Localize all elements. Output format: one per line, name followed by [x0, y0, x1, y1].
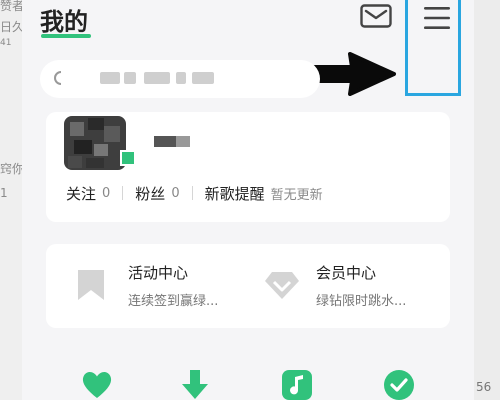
redacted-text	[144, 72, 170, 84]
background-app-left: 赞者 日久 41 窍你 1	[0, 0, 22, 400]
search-icon	[54, 71, 62, 85]
heart-icon[interactable]	[80, 368, 114, 400]
diamond-icon	[265, 272, 299, 299]
divider	[191, 186, 193, 200]
divider	[122, 186, 124, 200]
search-input[interactable]	[40, 60, 320, 98]
vip-center-subtitle: 绿钻限时跳水...	[316, 294, 407, 309]
redacted-text	[176, 72, 186, 84]
profile-stats: 关注 0 粉丝 0 新歌提醒 暂无更新	[66, 182, 323, 204]
shortcut-icons	[22, 360, 474, 400]
highlight-box	[405, 0, 461, 96]
activity-center-title: 活动中心	[128, 264, 189, 282]
user-profile-card: 关注 0 粉丝 0 新歌提醒 暂无更新	[46, 112, 450, 222]
music-note-icon[interactable]	[280, 368, 314, 400]
redacted-text	[124, 72, 136, 84]
followers-label[interactable]: 粉丝	[135, 183, 165, 204]
background-text: 41	[0, 38, 12, 48]
title-underline	[41, 34, 91, 38]
my-page-panel: 我的 关注 0 粉丝 0 新歌提醒 暂无更新 活动中心 连续签到赢绿... 会员…	[22, 0, 474, 400]
avatar[interactable]	[64, 116, 126, 170]
mail-icon[interactable]	[360, 4, 392, 28]
followers-count[interactable]: 0	[171, 186, 179, 201]
background-text: 日久	[0, 20, 22, 34]
activity-center-subtitle: 连续签到赢绿...	[128, 294, 219, 309]
background-text: 1	[0, 186, 8, 200]
new-song-alert-status: 暂无更新	[270, 187, 323, 203]
bookmark-icon	[78, 270, 104, 300]
vip-center-title: 会员中心	[316, 264, 377, 282]
username	[176, 136, 190, 147]
background-text: 窍你	[0, 162, 22, 176]
check-circle-icon[interactable]	[382, 368, 416, 400]
following-count[interactable]: 0	[102, 186, 110, 201]
following-label[interactable]: 关注	[66, 183, 96, 204]
feature-card: 活动中心 连续签到赢绿... 会员中心 绿钻限时跳水...	[46, 244, 450, 328]
new-song-alert-label[interactable]: 新歌提醒	[205, 183, 265, 204]
vip-badge	[120, 150, 136, 166]
background-app-right: 56	[474, 0, 500, 400]
page-title: 我的	[40, 8, 88, 36]
redacted-text	[192, 72, 214, 84]
redacted-text	[100, 72, 120, 84]
background-text: 赞者	[0, 0, 22, 13]
download-icon[interactable]	[178, 368, 212, 400]
background-text: 56	[476, 380, 492, 394]
